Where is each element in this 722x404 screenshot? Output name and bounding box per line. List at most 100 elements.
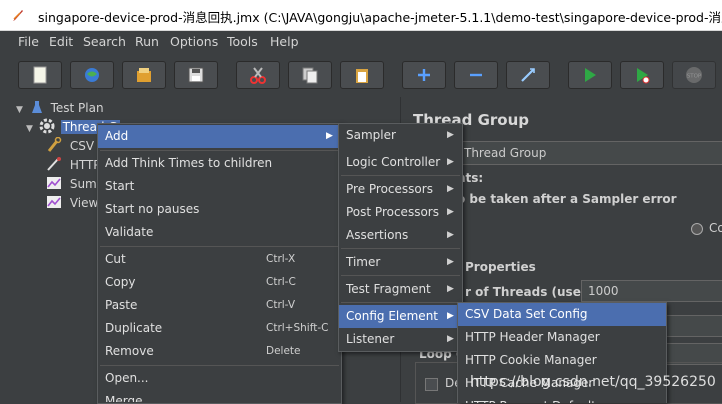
paste-button[interactable]: [340, 61, 384, 89]
menu-item-open[interactable]: Open...: [98, 367, 341, 390]
copy-button[interactable]: [288, 61, 332, 89]
menu-item-timer[interactable]: Timer ▶: [339, 251, 462, 274]
watermark: https://blog.csdn.net/qq_39526250: [470, 374, 716, 390]
menu-separator: [100, 365, 339, 366]
gear-icon: [39, 118, 55, 134]
toggle-button[interactable]: [506, 61, 550, 89]
toolbar: STOP: [0, 53, 722, 97]
menu-item-label: Duplicate: [105, 321, 163, 335]
menu-item-pre-processors[interactable]: Pre Processors ▶: [339, 178, 462, 201]
menu-item-add-think-times[interactable]: Add Think Times to children: [98, 152, 341, 175]
threads-field[interactable]: 1000: [581, 280, 722, 302]
menu-tools[interactable]: Tools: [227, 34, 258, 49]
menu-item-label: HTTP Cookie Manager: [465, 353, 597, 367]
menu-item-config-element[interactable]: Config Element ▶: [339, 305, 462, 328]
menu-item-label: Config Element: [346, 309, 438, 323]
menu-item-merge[interactable]: Merge: [98, 390, 341, 402]
menu-item-post-processors[interactable]: Post Processors ▶: [339, 201, 462, 224]
cut-button[interactable]: [236, 61, 280, 89]
menu-item-label: Open...: [105, 371, 149, 385]
templates-button[interactable]: [70, 61, 114, 89]
tree-item-csv[interactable]: CSV: [46, 136, 94, 156]
shortcut-label: Ctrl-X: [266, 253, 296, 265]
menu-item-csv-data-set-config[interactable]: CSV Data Set Config: [458, 303, 666, 326]
menu-search[interactable]: Search: [83, 34, 126, 49]
delay-checkbox[interactable]: [425, 378, 438, 391]
menu-run[interactable]: Run: [135, 34, 159, 49]
start-no-pauses-button[interactable]: [620, 61, 664, 89]
submenu-arrow-icon: ▶: [447, 334, 454, 344]
menu-item-cut[interactable]: Cut Ctrl-X: [98, 248, 341, 271]
tree-expand-toggle[interactable]: ▼: [16, 105, 23, 115]
menu-item-listener[interactable]: Listener ▶: [339, 328, 462, 351]
menu-edit[interactable]: Edit: [49, 34, 73, 49]
menu-bar: File Edit Search Run Options Tools Help: [0, 31, 722, 53]
tree-expand-toggle[interactable]: ▼: [26, 124, 33, 134]
menu-item-assertions[interactable]: Assertions ▶: [339, 224, 462, 247]
menu-item-logic-controller[interactable]: Logic Controller ▶: [339, 151, 462, 174]
title-bar: singapore-device-prod-消息回执.jmx (C:\JAVA\…: [0, 0, 722, 31]
paste-icon: [356, 69, 368, 83]
menu-item-label: Add Think Times to children: [105, 156, 273, 170]
menu-item-http-cookie-manager[interactable]: HTTP Cookie Manager: [458, 349, 666, 372]
copy-icon: [302, 67, 318, 84]
add-submenu: Sampler ▶ Logic Controller ▶ Pre Processor…: [338, 123, 463, 352]
menu-item-test-fragment[interactable]: Test Fragment ▶: [339, 278, 462, 301]
collapse-button[interactable]: [454, 61, 498, 89]
menu-options[interactable]: Options: [170, 34, 218, 49]
menu-item-remove[interactable]: Remove Delete: [98, 340, 341, 363]
menu-item-copy[interactable]: Copy Ctrl-C: [98, 271, 341, 294]
menu-item-label: Copy: [105, 275, 136, 289]
menu-item-label: Sampler: [346, 128, 396, 142]
open-button[interactable]: [122, 61, 166, 89]
pipette-icon: [47, 157, 61, 171]
collapse-icon: [470, 73, 482, 77]
tree-item-view[interactable]: View: [46, 194, 98, 213]
tree-item-test-plan[interactable]: ▼ Test Plan: [16, 99, 104, 118]
chart-icon: [47, 196, 61, 208]
menu-item-sampler[interactable]: Sampler ▶: [339, 124, 462, 147]
menu-separator: [341, 248, 460, 249]
menu-item-label: Cut: [105, 252, 126, 266]
stop-button[interactable]: STOP: [672, 61, 716, 89]
menu-item-start-no-pauses[interactable]: Start no pauses: [98, 198, 341, 221]
submenu-arrow-icon: ▶: [447, 130, 454, 140]
menu-item-label: HTTP Header Manager: [465, 330, 600, 344]
menu-item-start[interactable]: Start: [98, 175, 341, 198]
submenu-arrow-icon: ▶: [447, 230, 454, 240]
shortcut-label: Ctrl-V: [266, 299, 296, 311]
menu-item-label: Pre Processors: [346, 182, 433, 196]
continue-radio[interactable]: [691, 223, 703, 235]
context-menu: Add ▶ Add Think Times to children Start …: [97, 123, 342, 404]
rampup-field[interactable]: [665, 315, 722, 337]
radio-label: Co: [709, 221, 722, 235]
menu-separator: [341, 275, 460, 276]
menu-item-label: Post Processors: [346, 205, 439, 219]
new-icon: [33, 66, 47, 84]
new-button[interactable]: [18, 61, 62, 89]
start-icon: [585, 68, 596, 82]
expand-icon: [418, 69, 430, 81]
menu-item-validate[interactable]: Validate: [98, 221, 341, 244]
menu-separator: [341, 175, 460, 176]
menu-item-add[interactable]: Add ▶: [98, 125, 341, 148]
menu-separator: [100, 150, 339, 151]
menu-item-duplicate[interactable]: Duplicate Ctrl+Shift-C: [98, 317, 341, 340]
menu-item-label: Merge: [105, 394, 143, 402]
jmeter-feather-icon: [13, 10, 23, 21]
start-button[interactable]: [568, 61, 612, 89]
menu-help[interactable]: Help: [270, 34, 299, 49]
menu-separator: [100, 246, 339, 247]
start-no-pauses-icon: [637, 68, 650, 84]
menu-separator: [341, 302, 460, 303]
menu-item-http-header-manager[interactable]: HTTP Header Manager: [458, 326, 666, 349]
menu-item-paste[interactable]: Paste Ctrl-V: [98, 294, 341, 317]
shortcut-label: Ctrl-C: [266, 276, 296, 288]
stop-icon: STOP: [686, 67, 702, 83]
expand-button[interactable]: [402, 61, 446, 89]
tree-item-label: HTTP: [69, 158, 101, 172]
tree-item-http[interactable]: HTTP: [46, 156, 101, 175]
save-button[interactable]: [174, 61, 218, 89]
menu-file[interactable]: File: [18, 34, 39, 49]
name-field[interactable]: Thread Group: [457, 141, 722, 165]
